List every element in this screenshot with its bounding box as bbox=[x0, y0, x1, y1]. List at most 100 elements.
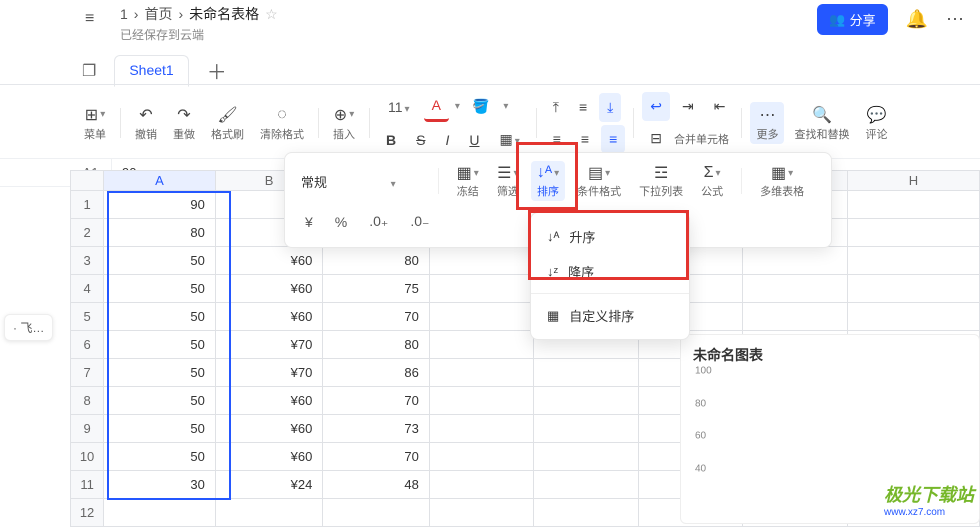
cell[interactable]: ¥24 bbox=[215, 471, 323, 499]
cell[interactable] bbox=[534, 499, 639, 527]
row-header[interactable]: 3 bbox=[71, 247, 104, 275]
formula-button[interactable]: Σ▾公式 bbox=[695, 161, 729, 201]
add-tab-button[interactable]: ＋ bbox=[207, 56, 227, 85]
side-note[interactable]: · 飞… bbox=[4, 314, 53, 341]
cell[interactable]: ¥70 bbox=[215, 331, 323, 359]
overflow-button[interactable]: ⇥ bbox=[674, 92, 702, 121]
insert-button[interactable]: ⊕▾插入 bbox=[327, 102, 361, 144]
valign-bottom-button[interactable]: ⤓ bbox=[599, 93, 621, 122]
sort-button[interactable]: ↓ᴬ▾排序 bbox=[531, 161, 565, 201]
sort-desc-item[interactable]: ↓ᶻ降序 bbox=[531, 254, 689, 289]
col-header-A[interactable]: A bbox=[104, 171, 216, 191]
undo-button[interactable]: ↶撤销 bbox=[129, 102, 163, 144]
cell[interactable]: 50 bbox=[104, 387, 216, 415]
cell[interactable]: 50 bbox=[104, 275, 216, 303]
cell[interactable] bbox=[429, 247, 534, 275]
cell[interactable]: 80 bbox=[323, 247, 430, 275]
cell[interactable]: ¥60 bbox=[215, 415, 323, 443]
redo-button[interactable]: ↷重做 bbox=[167, 102, 201, 144]
cell[interactable]: ¥70 bbox=[215, 359, 323, 387]
cell[interactable]: 50 bbox=[104, 443, 216, 471]
cell[interactable]: 70 bbox=[323, 443, 430, 471]
row-header[interactable]: 12 bbox=[71, 499, 104, 527]
cell[interactable]: 50 bbox=[104, 331, 216, 359]
more-tools-button[interactable]: ⋯更多 bbox=[750, 102, 784, 144]
cell[interactable] bbox=[429, 499, 534, 527]
number-format-select[interactable]: 常规 ▾ bbox=[297, 168, 426, 195]
font-size-select[interactable]: 11▾ bbox=[378, 97, 420, 117]
fill-color-button[interactable]: 🪣 bbox=[464, 92, 497, 121]
wrap-button[interactable]: ↩ bbox=[642, 92, 670, 121]
row-header[interactable]: 1 bbox=[71, 191, 104, 219]
cell[interactable] bbox=[429, 387, 534, 415]
cell[interactable] bbox=[104, 499, 216, 527]
sort-asc-item[interactable]: ↓ᴬ升序 bbox=[531, 219, 689, 254]
sort-custom-item[interactable]: ▦自定义排序 bbox=[531, 298, 689, 333]
notification-icon[interactable]: 🔔 bbox=[906, 9, 928, 30]
dropdown-list-button[interactable]: ☲下拉列表 bbox=[633, 161, 689, 201]
format-painter-button[interactable]: 🖌格式刷 bbox=[205, 102, 250, 144]
cell[interactable] bbox=[429, 275, 534, 303]
cell[interactable]: 75 bbox=[323, 275, 430, 303]
currency-icon[interactable]: ¥ bbox=[297, 208, 321, 236]
menu-button[interactable]: ⊞▾菜单 bbox=[78, 102, 112, 144]
cell[interactable]: 80 bbox=[104, 219, 216, 247]
comment-button[interactable]: 💬评论 bbox=[859, 102, 893, 144]
cell[interactable]: ¥60 bbox=[215, 275, 323, 303]
cell[interactable] bbox=[847, 191, 979, 219]
underline-button[interactable]: U bbox=[461, 126, 487, 154]
cell[interactable]: 86 bbox=[323, 359, 430, 387]
cell[interactable] bbox=[743, 303, 848, 331]
multidim-button[interactable]: ▦▾多维表格 bbox=[754, 161, 810, 201]
borders-button[interactable]: ▦▾ bbox=[491, 125, 527, 154]
cell[interactable] bbox=[429, 415, 534, 443]
bold-button[interactable]: B bbox=[378, 126, 404, 154]
cell[interactable]: 50 bbox=[104, 359, 216, 387]
align-center-button[interactable]: ≡ bbox=[573, 125, 597, 153]
align-right-button[interactable]: ≡ bbox=[601, 125, 625, 153]
cell[interactable]: 73 bbox=[323, 415, 430, 443]
cell[interactable] bbox=[429, 359, 534, 387]
cell[interactable] bbox=[323, 499, 430, 527]
merge-button[interactable]: 合并单元格 bbox=[674, 131, 729, 147]
freeze-button[interactable]: ▦▾冻结 bbox=[451, 161, 485, 201]
italic-button[interactable]: I bbox=[437, 126, 457, 154]
cell[interactable] bbox=[743, 275, 848, 303]
tab-sheet1[interactable]: Sheet1 bbox=[114, 55, 188, 87]
row-header[interactable]: 9 bbox=[71, 415, 104, 443]
cell[interactable] bbox=[534, 471, 639, 499]
cell[interactable]: ¥60 bbox=[215, 247, 323, 275]
cell[interactable] bbox=[215, 499, 323, 527]
row-header[interactable]: 6 bbox=[71, 331, 104, 359]
clear-format-button[interactable]: ◌清除格式 bbox=[254, 102, 310, 144]
dec-dec-icon[interactable]: .0₋ bbox=[402, 207, 437, 236]
cell[interactable] bbox=[847, 303, 979, 331]
cell[interactable]: 70 bbox=[323, 387, 430, 415]
cell[interactable] bbox=[534, 443, 639, 471]
font-color-button[interactable]: A bbox=[424, 91, 449, 122]
align-left-button[interactable]: ≡ bbox=[545, 125, 569, 153]
cell[interactable]: 30 bbox=[104, 471, 216, 499]
clip-button[interactable]: ⇤ bbox=[706, 92, 734, 121]
cell[interactable]: 90 bbox=[104, 191, 216, 219]
cell[interactable]: 50 bbox=[104, 303, 216, 331]
cell[interactable] bbox=[429, 331, 534, 359]
crumb-doc-title[interactable]: 未命名表格 bbox=[189, 4, 259, 24]
cond-format-button[interactable]: ▤▾条件格式 bbox=[571, 161, 627, 201]
more-icon[interactable]: ⋯ bbox=[946, 9, 964, 30]
row-header[interactable]: 2 bbox=[71, 219, 104, 247]
row-header[interactable]: 7 bbox=[71, 359, 104, 387]
cell[interactable] bbox=[847, 219, 979, 247]
cell[interactable] bbox=[429, 443, 534, 471]
col-header-H[interactable]: H bbox=[847, 171, 979, 191]
layers-icon[interactable]: ❐ bbox=[82, 61, 96, 81]
cell[interactable] bbox=[847, 247, 979, 275]
cell[interactable]: 70 bbox=[323, 303, 430, 331]
cell[interactable]: ¥60 bbox=[215, 387, 323, 415]
merge-down-icon[interactable]: ⊟ bbox=[642, 124, 670, 153]
cell[interactable] bbox=[534, 359, 639, 387]
cell[interactable] bbox=[847, 275, 979, 303]
valign-top-button[interactable]: ⤒ bbox=[545, 93, 567, 122]
find-replace-button[interactable]: 🔍查找和替换 bbox=[788, 102, 855, 144]
valign-mid-button[interactable]: ≡ bbox=[571, 93, 595, 121]
